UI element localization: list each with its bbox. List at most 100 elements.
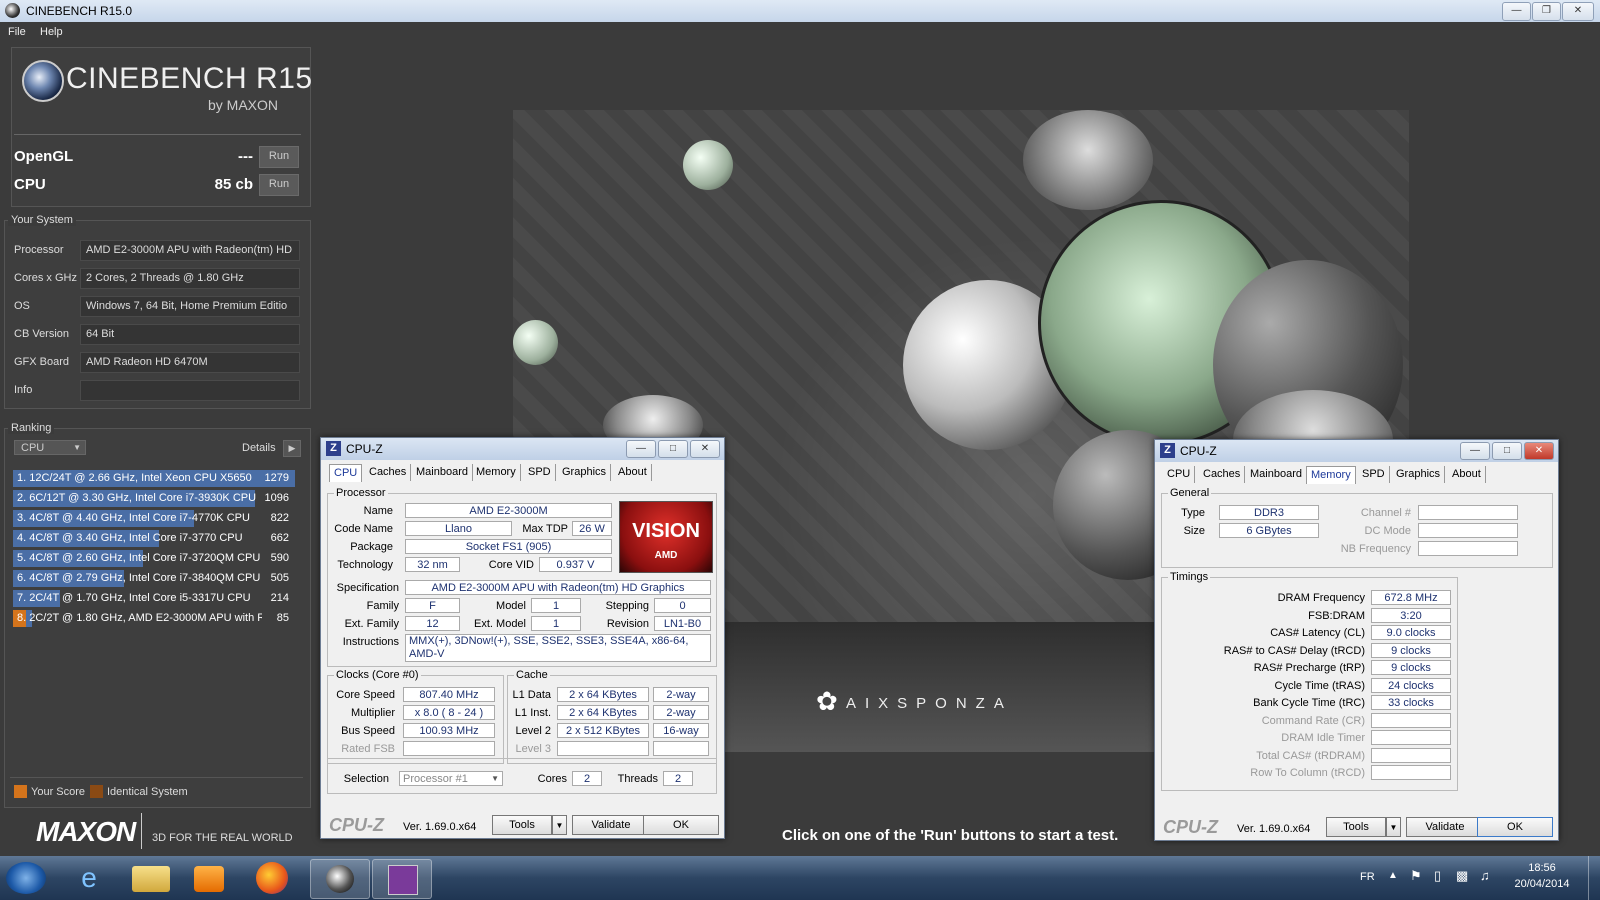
start-button-icon[interactable] (6, 862, 46, 894)
test-opengl-label: OpenGL (14, 148, 74, 165)
render-sphere (1023, 110, 1153, 210)
ok-button[interactable]: OK (1477, 817, 1553, 837)
action-center-flag-icon[interactable]: ⚑ (1410, 868, 1422, 884)
restore-button[interactable]: □ (1492, 442, 1522, 460)
run-cpu-button[interactable]: Run (259, 174, 299, 196)
processor-select[interactable]: Processor #1 ▼ (399, 771, 503, 786)
clocks-group-title: Clocks (Core #0) (334, 669, 421, 681)
tab-about[interactable]: About (614, 464, 652, 481)
taskbar-cpuz-button[interactable] (372, 859, 432, 899)
technology-label: Technology (337, 559, 393, 571)
ranking-row-label: 8. 2C/2T @ 1.80 GHz, AMD E2-3000M APU wi… (17, 612, 262, 624)
validate-button[interactable]: Validate (572, 815, 650, 835)
ranking-score: 822 (270, 512, 289, 524)
file-explorer-icon[interactable] (132, 866, 170, 892)
ranking-score: 85 (276, 612, 289, 624)
tab-graphics[interactable]: Graphics (1392, 466, 1446, 483)
tab-cpu[interactable]: CPU (329, 464, 363, 482)
tools-button[interactable]: Tools (492, 815, 552, 835)
validate-button[interactable]: Validate (1406, 817, 1484, 837)
tab-spd[interactable]: SPD (1358, 466, 1390, 483)
run-opengl-button[interactable]: Run (259, 146, 299, 168)
minimize-button[interactable]: — (626, 440, 656, 458)
tools-dropdown-arrow-icon[interactable]: ▼ (1386, 817, 1401, 837)
clock-time[interactable]: 18:56 (1510, 862, 1574, 874)
show-desktop-button[interactable] (1588, 856, 1599, 900)
ranking-row[interactable]: 7. 2C/4T @ 1.70 GHz, Intel Core i5-3317U… (13, 590, 295, 607)
show-hidden-icons-icon[interactable]: ▲ (1388, 870, 1398, 881)
menu-file[interactable]: File (8, 26, 26, 38)
system-label: OS (14, 300, 30, 312)
tab-about[interactable]: About (1448, 466, 1486, 483)
ranking-row[interactable]: 4. 4C/8T @ 3.40 GHz, Intel Core i7-3770 … (13, 530, 295, 547)
max-tdp-value: 26 W (572, 521, 612, 536)
tab-memory[interactable]: Memory (1306, 466, 1356, 484)
close-button[interactable]: ✕ (1562, 2, 1594, 21)
timing-label: Row To Column (tRCD) (1250, 767, 1365, 779)
ranking-row[interactable]: 2. 6C/12T @ 3.30 GHz, Intel Core i7-3930… (13, 490, 295, 507)
render-sphere (683, 140, 733, 190)
multiplier-label: Multiplier (350, 707, 395, 719)
tab-spd[interactable]: SPD (524, 464, 556, 481)
timing-label: DRAM Frequency (1277, 592, 1365, 604)
maxon-tagline: 3D FOR THE REAL WORLD (152, 832, 293, 844)
cpuz-footer: CPU-Z Ver. 1.69.0.x64 Tools ▼ Validate O… (1155, 814, 1558, 840)
timing-value: 33 clocks (1371, 695, 1451, 710)
ranking-row[interactable]: 3. 4C/8T @ 4.40 GHz, Intel Core i7-4770K… (13, 510, 295, 527)
firefox-icon[interactable] (256, 862, 288, 894)
tools-button[interactable]: Tools (1326, 817, 1386, 837)
family-value: F (405, 598, 460, 613)
divider (141, 813, 142, 849)
restore-button[interactable]: ❐ (1532, 2, 1561, 21)
cpuz-version: Ver. 1.69.0.x64 (403, 821, 477, 833)
cpuz-memory-window[interactable]: Z CPU-Z — □ ✕ CPU Caches Mainboard Memory SP… (1154, 439, 1559, 841)
network-signal-icon[interactable]: ▩ (1456, 868, 1468, 884)
power-icon[interactable]: ▯ (1434, 868, 1441, 884)
system-value: AMD E2-3000M APU with Radeon(tm) HD (80, 240, 300, 261)
timing-label: RAS# to CAS# Delay (tRCD) (1223, 644, 1365, 657)
ranking-type-value: CPU (21, 442, 45, 454)
minimize-button[interactable]: — (1460, 442, 1490, 460)
minimize-button[interactable]: — (1502, 2, 1531, 21)
menu-help[interactable]: Help (40, 26, 63, 38)
ranking-position: 7. (17, 592, 27, 604)
ranking-row[interactable]: 6. 4C/8T @ 2.79 GHz, Intel Core i7-3840Q… (13, 570, 295, 587)
tab-graphics[interactable]: Graphics (558, 464, 612, 481)
timings-group-title: Timings (1168, 571, 1211, 583)
media-player-icon[interactable] (194, 866, 224, 892)
taskbar-cinebench-button[interactable] (310, 859, 370, 899)
cpuz-cpu-window[interactable]: Z CPU-Z — □ ✕ CPU Caches Mainboard Memory SP… (320, 437, 725, 839)
ranking-row[interactable]: 1. 12C/24T @ 2.66 GHz, Intel Xeon CPU X5… (13, 470, 295, 487)
close-button[interactable]: ✕ (690, 440, 720, 458)
tab-mainboard[interactable]: Mainboard (1246, 466, 1307, 483)
tab-cpu[interactable]: CPU (1163, 466, 1196, 483)
specification-label: Specification (336, 582, 399, 594)
logo-by-maxon: by MAXON (208, 97, 279, 113)
tab-caches[interactable]: Caches (365, 464, 412, 481)
window-title: CINEBENCH R15.0 (26, 4, 133, 18)
internet-explorer-icon[interactable]: e (70, 862, 108, 894)
volume-icon[interactable]: ♫ (1480, 868, 1490, 883)
tab-memory[interactable]: Memory (472, 464, 521, 481)
ranking-type-dropdown[interactable]: CPU ▼ (14, 440, 86, 455)
clock-date[interactable]: 20/04/2014 (1510, 878, 1574, 890)
logo-title: CINEBENCH R15 (66, 62, 313, 95)
details-label[interactable]: Details (242, 442, 276, 454)
ok-button[interactable]: OK (643, 815, 719, 835)
system-value: AMD Radeon HD 6470M (80, 352, 300, 373)
ranking-position: 4. (17, 532, 27, 544)
tools-dropdown-arrow-icon[interactable]: ▼ (552, 815, 567, 835)
cpuz-icon (388, 865, 418, 895)
ranking-row[interactable]: 5. 4C/8T @ 2.60 GHz, Intel Core i7-3720Q… (13, 550, 295, 567)
tab-caches[interactable]: Caches (1199, 466, 1246, 483)
tab-mainboard[interactable]: Mainboard (412, 464, 473, 481)
input-language-indicator[interactable]: FR (1360, 871, 1375, 883)
details-arrow-button[interactable]: ▶ (283, 440, 301, 457)
ranking-row[interactable]: 8. 2C/2T @ 1.80 GHz, AMD E2-3000M APU wi… (13, 610, 295, 627)
ranking-cpu-text: 4C/8T @ 2.60 GHz, Intel Core i7-3720QM C… (29, 552, 261, 564)
ranking-position: 6. (17, 572, 27, 584)
restore-button[interactable]: □ (658, 440, 688, 458)
model-value: 1 (531, 598, 581, 613)
timing-label: Bank Cycle Time (tRC) (1253, 697, 1365, 709)
close-button[interactable]: ✕ (1524, 442, 1554, 460)
